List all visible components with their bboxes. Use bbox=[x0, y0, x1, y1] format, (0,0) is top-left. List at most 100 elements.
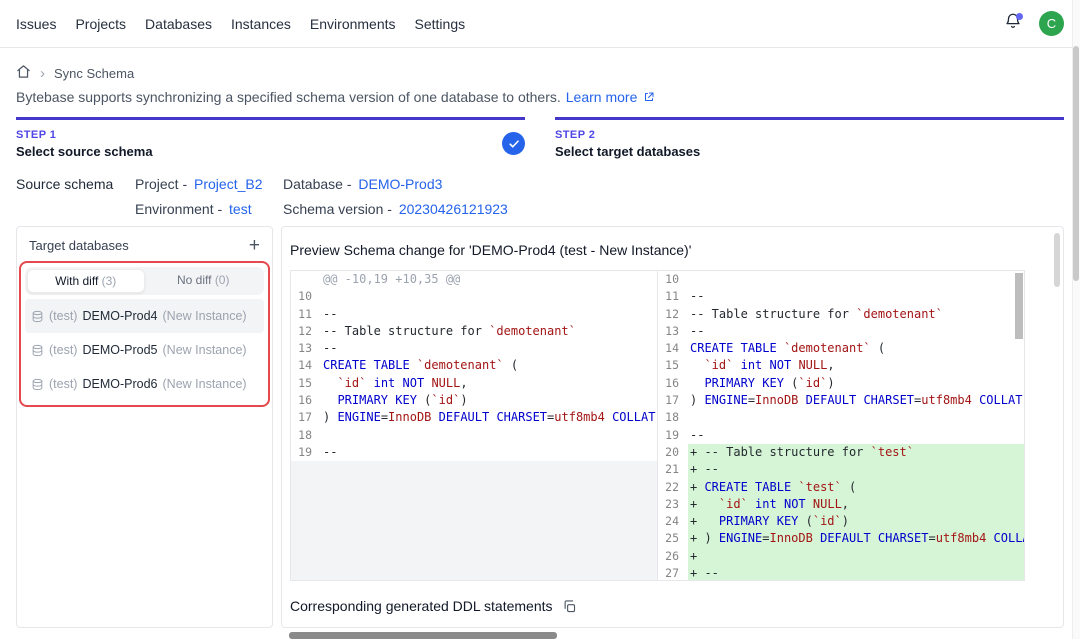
diff-pane-modified[interactable]: 1011--12-- Table structure for `demotena… bbox=[658, 271, 1024, 580]
line-number: 24 bbox=[658, 513, 688, 530]
line-number: 10 bbox=[658, 271, 688, 288]
diff-line: 10 bbox=[291, 288, 657, 305]
tab-no-diff[interactable]: No diff (0) bbox=[145, 269, 263, 293]
intro-text: Bytebase supports synchronizing a specif… bbox=[16, 89, 561, 105]
diff-line: 17) ENGINE=InnoDB DEFAULT CHARSET=utf8mb… bbox=[291, 409, 657, 426]
project-pair: Project - Project_B2 bbox=[135, 176, 283, 192]
line-content: ) ENGINE=InnoDB DEFAULT CHARSET=utf8mb4 … bbox=[688, 392, 1024, 409]
line-content: -- bbox=[321, 306, 657, 323]
target-database-item[interactable]: (test)DEMO-Prod5(New Instance) bbox=[25, 333, 264, 367]
preview-panel-scrollbar[interactable] bbox=[1054, 233, 1060, 287]
tab-label: No diff bbox=[177, 273, 211, 287]
line-content: -- bbox=[321, 340, 657, 357]
line-content: PRIMARY KEY (`id`) bbox=[321, 392, 657, 409]
ddl-footer-title: Corresponding generated DDL statements bbox=[290, 598, 553, 614]
copy-icon[interactable] bbox=[562, 599, 577, 614]
line-content: `id` int NOT NULL, bbox=[321, 375, 657, 392]
diff-line-added: 23+ `id` int NOT NULL, bbox=[658, 496, 1024, 513]
line-content: ) ENGINE=InnoDB DEFAULT CHARSET=utf8mb4 … bbox=[321, 409, 657, 426]
tab-count: (3) bbox=[102, 274, 117, 288]
source-schema: Source schema Project - Project_B2 Datab… bbox=[0, 176, 1080, 217]
avatar[interactable]: C bbox=[1039, 11, 1064, 36]
line-number: 17 bbox=[291, 409, 321, 426]
environment-label: Environment - bbox=[135, 201, 222, 217]
schema-version-label: Schema version - bbox=[283, 201, 392, 217]
schema-version-link[interactable]: 20230426121923 bbox=[399, 201, 508, 217]
diff-filter-tabs: With diff (3)No diff (0) bbox=[25, 267, 264, 295]
preview-panel: Preview Schema change for 'DEMO-Prod4 (t… bbox=[281, 226, 1064, 628]
nav-item-settings[interactable]: Settings bbox=[415, 16, 466, 32]
diff-scrollbar-thumb[interactable] bbox=[1015, 273, 1023, 339]
line-number: 27 bbox=[658, 565, 688, 580]
line-number: 26 bbox=[658, 548, 688, 565]
line-number: 22 bbox=[658, 479, 688, 496]
diff-line: 18 bbox=[291, 427, 657, 444]
intro: Bytebase supports synchronizing a specif… bbox=[0, 89, 1080, 105]
source-schema-heading: Source schema bbox=[16, 176, 135, 217]
line-content: CREATE TABLE `demotenant` ( bbox=[688, 340, 1024, 357]
tab-with-diff[interactable]: With diff (3) bbox=[27, 269, 145, 293]
page-scrollbar-thumb[interactable] bbox=[1073, 46, 1079, 281]
external-link-icon bbox=[643, 91, 655, 103]
diff-line: 15 `id` int NOT NULL, bbox=[658, 357, 1024, 374]
line-number: 13 bbox=[658, 323, 688, 340]
instance-note: (New Instance) bbox=[163, 309, 247, 323]
step-2-title: Select target databases bbox=[555, 144, 1064, 159]
project-label: Project - bbox=[135, 176, 187, 192]
line-number: 17 bbox=[658, 392, 688, 409]
diff-line: 18 bbox=[658, 409, 1024, 426]
database-name: DEMO-Prod5 bbox=[82, 343, 157, 357]
diff-line: 14CREATE TABLE `demotenant` ( bbox=[291, 357, 657, 374]
notifications-button[interactable] bbox=[1003, 14, 1023, 34]
step-2: STEP 2 Select target databases bbox=[555, 117, 1064, 159]
diff-line: 11-- bbox=[291, 306, 657, 323]
database-pair: Database - DEMO-Prod3 bbox=[283, 176, 508, 192]
diff-line: 12-- Table structure for `demotenant` bbox=[291, 323, 657, 340]
diff-line: 19-- bbox=[658, 427, 1024, 444]
home-icon[interactable] bbox=[16, 64, 31, 82]
environment-link[interactable]: test bbox=[229, 201, 252, 217]
nav-right: C bbox=[1003, 11, 1064, 36]
line-number: 14 bbox=[658, 340, 688, 357]
diff-line: 11-- bbox=[658, 288, 1024, 305]
diff-hunk-header: @@ -10,19 +10,35 @@ bbox=[291, 271, 657, 288]
line-number: 10 bbox=[291, 288, 321, 305]
line-number: 14 bbox=[291, 357, 321, 374]
diff-empty-filler bbox=[291, 461, 657, 580]
target-panel-header: Target databases + bbox=[17, 227, 272, 261]
tab-label: With diff bbox=[55, 274, 98, 288]
line-content: + ) ENGINE=InnoDB DEFAULT CHARSET=utf8mb… bbox=[688, 530, 1024, 547]
learn-more-link[interactable]: Learn more bbox=[566, 89, 638, 105]
line-content: CREATE TABLE `demotenant` ( bbox=[321, 357, 657, 374]
nav-item-projects[interactable]: Projects bbox=[75, 16, 126, 32]
project-link[interactable]: Project_B2 bbox=[194, 176, 262, 192]
nav-item-instances[interactable]: Instances bbox=[231, 16, 291, 32]
stepper: STEP 1 Select source schema STEP 2 Selec… bbox=[0, 117, 1080, 159]
diff-pane-original[interactable]: @@ -10,19 +10,35 @@1011--12-- Table stru… bbox=[291, 271, 658, 580]
line-content: PRIMARY KEY (`id`) bbox=[688, 375, 1024, 392]
target-database-item[interactable]: (test)DEMO-Prod4(New Instance) bbox=[25, 299, 264, 333]
source-schema-grid: Project - Project_B2 Database - DEMO-Pro… bbox=[135, 176, 508, 217]
nav-item-issues[interactable]: Issues bbox=[16, 16, 56, 32]
step-1-label: STEP 1 bbox=[16, 129, 525, 141]
line-content: -- bbox=[321, 444, 657, 461]
line-content bbox=[688, 409, 1024, 426]
line-content bbox=[321, 427, 657, 444]
breadcrumb-current: Sync Schema bbox=[54, 66, 134, 81]
environment-tag: (test) bbox=[49, 309, 77, 323]
line-content: -- bbox=[688, 427, 1024, 444]
database-link[interactable]: DEMO-Prod3 bbox=[358, 176, 442, 192]
tab-count: (0) bbox=[215, 273, 230, 287]
add-target-database-button[interactable]: + bbox=[249, 236, 260, 255]
horizontal-scrollbar-thumb[interactable] bbox=[289, 632, 557, 639]
page-scrollbar[interactable] bbox=[1072, 0, 1080, 639]
line-number: 21 bbox=[658, 461, 688, 478]
nav-item-environments[interactable]: Environments bbox=[310, 16, 396, 32]
preview-title: Preview Schema change for 'DEMO-Prod4 (t… bbox=[282, 227, 1063, 270]
line-content: + -- bbox=[688, 565, 1024, 580]
target-database-item[interactable]: (test)DEMO-Prod6(New Instance) bbox=[25, 367, 264, 401]
nav-item-databases[interactable]: Databases bbox=[145, 16, 212, 32]
main-nav: Issues Projects Databases Instances Environm… bbox=[16, 16, 465, 32]
schema-diff-editor: @@ -10,19 +10,35 @@1011--12-- Table stru… bbox=[290, 270, 1025, 581]
diff-line: 13-- bbox=[658, 323, 1024, 340]
